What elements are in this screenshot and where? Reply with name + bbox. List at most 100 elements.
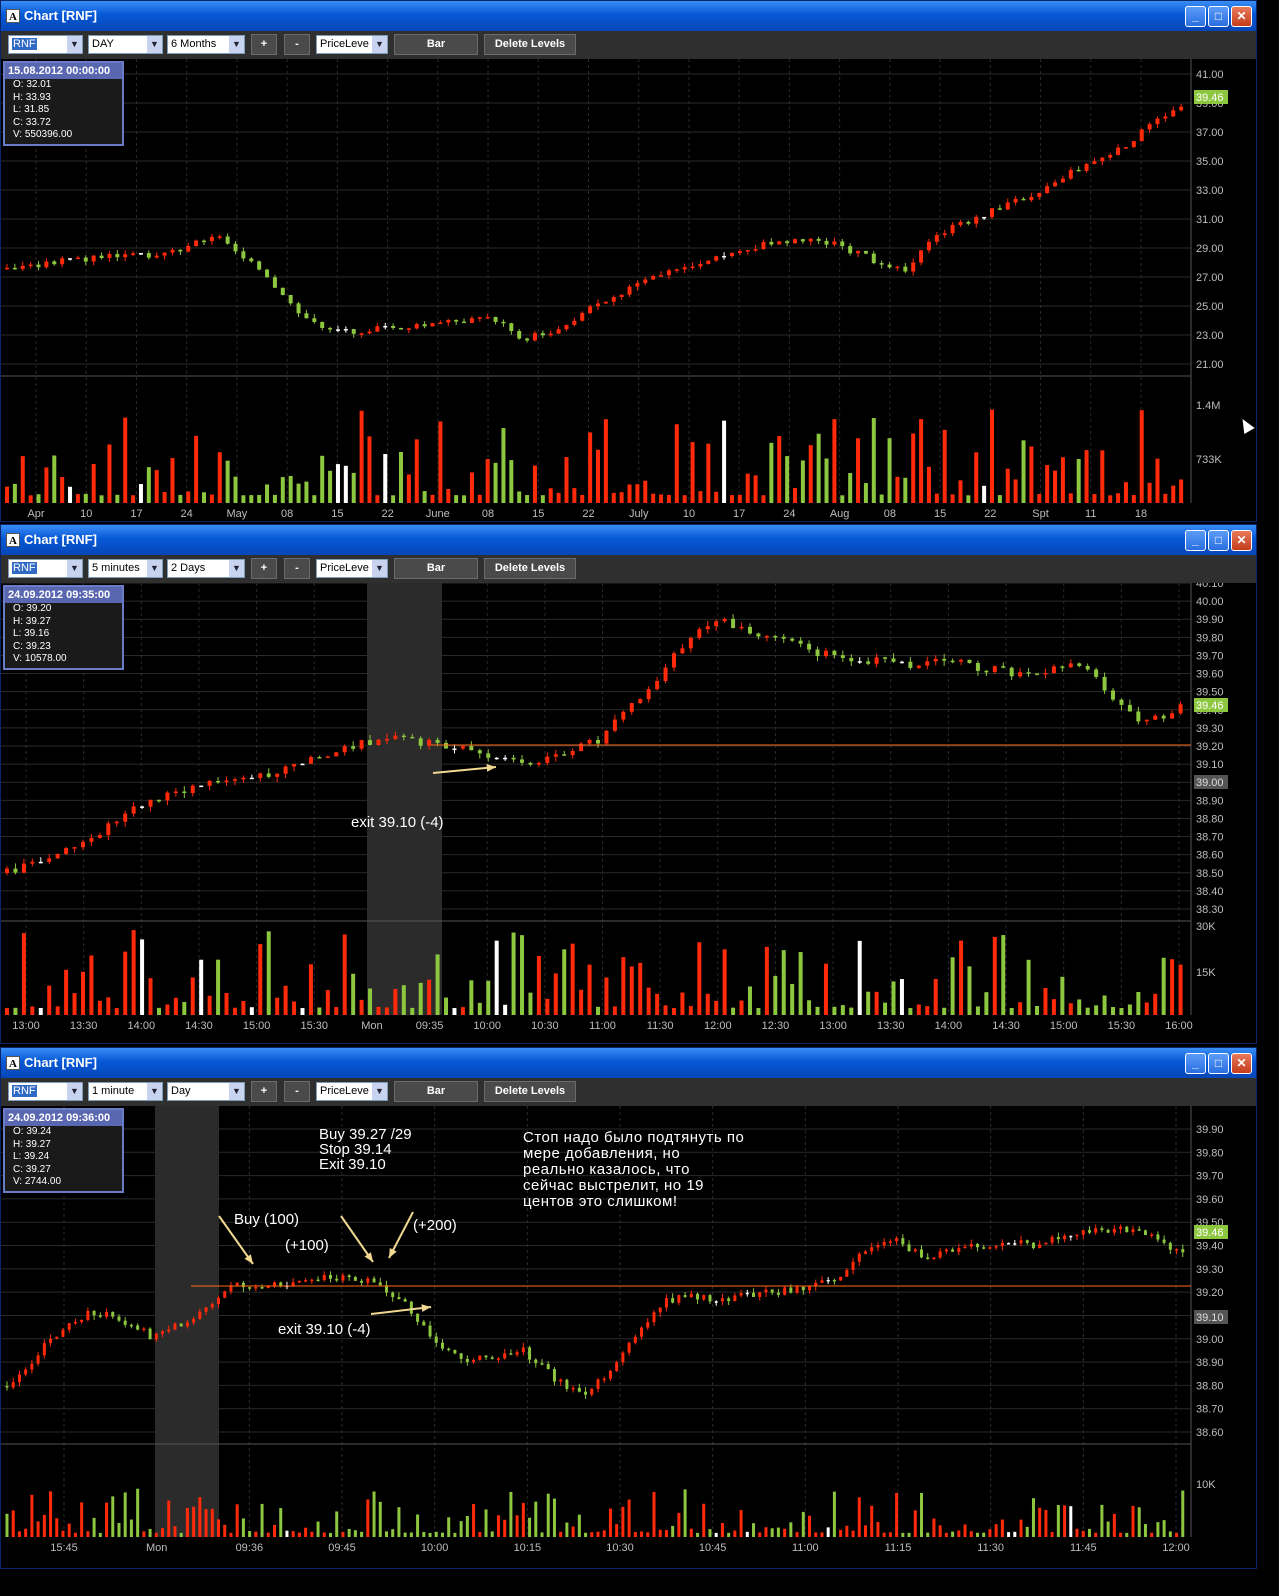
volume-bar bbox=[422, 491, 427, 503]
zoom-in-button[interactable]: + bbox=[251, 34, 277, 55]
volume-bar bbox=[1156, 1522, 1160, 1537]
volume-bar bbox=[477, 1002, 482, 1015]
candle-body bbox=[368, 740, 373, 745]
symbol-select[interactable]: RNF ▼ bbox=[8, 1082, 83, 1101]
candle-body bbox=[540, 1363, 544, 1365]
volume-bar bbox=[800, 460, 805, 503]
level-mode-select[interactable]: PriceLeve ▼ bbox=[316, 559, 388, 578]
info-volume: V: 10578.00 bbox=[13, 653, 67, 665]
candle-body bbox=[664, 1298, 668, 1308]
level-mode-select[interactable]: PriceLeve ▼ bbox=[316, 1082, 388, 1101]
candle-body bbox=[173, 1323, 177, 1330]
volume-bar bbox=[627, 1499, 631, 1537]
info-date: 15.08.2012 00:00:00 bbox=[5, 63, 122, 79]
symbol-select[interactable]: RNF ▼ bbox=[8, 35, 83, 54]
candle-body bbox=[570, 751, 575, 756]
chart-window-1min: A Chart [RNF] _ □ ✕ RNF ▼ 1 minute ▼ Day ▼ … bbox=[0, 1047, 1257, 1569]
chart-canvas[interactable]: 41.0039.0037.0035.0033.0031.0029.0027.00… bbox=[1, 59, 1257, 521]
title-bar[interactable]: A Chart [RNF] _ □ ✕ bbox=[1, 1, 1256, 31]
minimize-button[interactable]: _ bbox=[1185, 530, 1206, 551]
candle-body bbox=[509, 1353, 513, 1355]
candle-body bbox=[20, 265, 25, 269]
volume-bar bbox=[241, 495, 246, 503]
interval-select[interactable]: 5 minutes ▼ bbox=[88, 559, 163, 578]
price-chart[interactable]: 41.0039.0037.0035.0033.0031.0029.0027.00… bbox=[1, 59, 1256, 521]
volume-bar bbox=[698, 491, 703, 503]
candle-body bbox=[536, 762, 541, 765]
candle-body bbox=[808, 1286, 812, 1291]
maximize-button[interactable]: □ bbox=[1208, 530, 1229, 551]
candle-body bbox=[216, 780, 221, 783]
chart-window-daily: A Chart [RNF] _ □ ✕ RNF ▼ DAY ▼ 6 Months ▼ … bbox=[0, 0, 1257, 522]
candle-body bbox=[30, 861, 35, 864]
maximize-button[interactable]: □ bbox=[1208, 6, 1229, 27]
volume-bar bbox=[1171, 485, 1176, 503]
title-bar[interactable]: A Chart [RNF] _ □ ✕ bbox=[1, 1048, 1256, 1078]
minimize-button[interactable]: _ bbox=[1185, 6, 1206, 27]
volume-bar bbox=[714, 491, 719, 503]
volume-bar bbox=[178, 494, 183, 503]
range-select[interactable]: 2 Days ▼ bbox=[167, 559, 245, 578]
delete-levels-button[interactable]: Delete Levels bbox=[484, 34, 576, 55]
range-select[interactable]: Day ▼ bbox=[167, 1082, 245, 1101]
bar-type-button[interactable]: Bar bbox=[394, 1081, 478, 1102]
title-bar[interactable]: A Chart [RNF] _ □ ✕ bbox=[1, 525, 1256, 555]
candle-body bbox=[604, 730, 609, 744]
volume-bar bbox=[328, 1532, 332, 1537]
candle-body bbox=[393, 735, 398, 739]
candle-body bbox=[165, 792, 170, 801]
range-select[interactable]: 6 Months ▼ bbox=[167, 35, 245, 54]
delete-levels-button[interactable]: Delete Levels bbox=[484, 1081, 576, 1102]
candle-body bbox=[460, 746, 465, 749]
close-button[interactable]: ✕ bbox=[1231, 6, 1252, 27]
bar-type-button[interactable]: Bar bbox=[394, 558, 478, 579]
zoom-out-button[interactable]: - bbox=[284, 34, 310, 55]
candle-body bbox=[351, 329, 356, 334]
volume-bar bbox=[148, 978, 153, 1015]
volume-bar bbox=[988, 1529, 992, 1537]
zoom-in-button[interactable]: + bbox=[251, 1081, 277, 1102]
price-chart[interactable]: 40.1040.0039.9039.8039.7039.6039.5039.40… bbox=[1, 583, 1257, 1044]
candle-body bbox=[257, 261, 262, 270]
zoom-in-button[interactable]: + bbox=[251, 558, 277, 579]
candle-body bbox=[627, 1342, 631, 1353]
candle-body bbox=[316, 1279, 320, 1282]
minimize-button[interactable]: _ bbox=[1185, 1053, 1206, 1074]
bar-type-button[interactable]: Bar bbox=[394, 34, 478, 55]
volume-bar bbox=[1100, 1504, 1104, 1537]
candle-body bbox=[562, 754, 567, 756]
candle-body bbox=[1136, 711, 1141, 722]
interval-select[interactable]: DAY ▼ bbox=[88, 35, 163, 54]
close-button[interactable]: ✕ bbox=[1231, 530, 1252, 551]
candle-body bbox=[148, 1328, 152, 1340]
volume-bar bbox=[565, 1522, 569, 1537]
candle-body bbox=[1038, 1244, 1042, 1249]
candle-body bbox=[671, 1298, 675, 1303]
symbol-select[interactable]: RNF ▼ bbox=[8, 559, 83, 578]
zoom-out-button[interactable]: - bbox=[284, 558, 310, 579]
time-tick-label: 11:15 bbox=[885, 1542, 912, 1554]
volume-bar bbox=[832, 419, 837, 503]
volume-bar bbox=[997, 495, 1002, 503]
volume-bar bbox=[629, 966, 634, 1015]
maximize-button[interactable]: □ bbox=[1208, 1053, 1229, 1074]
volume-bar bbox=[1092, 494, 1097, 503]
volume-bar bbox=[322, 1532, 326, 1537]
candle-body bbox=[140, 806, 145, 808]
volume-bar bbox=[808, 1515, 812, 1537]
candle-body bbox=[1100, 1228, 1104, 1231]
volume-bar bbox=[154, 470, 159, 503]
chart-canvas[interactable]: 40.1040.0039.9039.8039.7039.6039.5039.40… bbox=[1, 583, 1257, 1044]
close-button[interactable]: ✕ bbox=[1231, 1053, 1252, 1074]
candle-body bbox=[241, 777, 246, 780]
zoom-out-button[interactable]: - bbox=[284, 1081, 310, 1102]
price-chart[interactable]: 39.90 39.80 39.70 39.60 39.50 39.40 39.30 39.20… bbox=[1, 1106, 1256, 1568]
level-mode-select[interactable]: PriceLeve ▼ bbox=[316, 35, 388, 54]
volume-bar bbox=[80, 1502, 84, 1537]
candle-body bbox=[1155, 118, 1160, 125]
info-close: C: 33.72 bbox=[13, 116, 51, 128]
volume-bar bbox=[241, 1000, 246, 1015]
volume-bar bbox=[409, 1532, 413, 1537]
delete-levels-button[interactable]: Delete Levels bbox=[484, 558, 576, 579]
interval-select[interactable]: 1 minute ▼ bbox=[88, 1082, 163, 1101]
